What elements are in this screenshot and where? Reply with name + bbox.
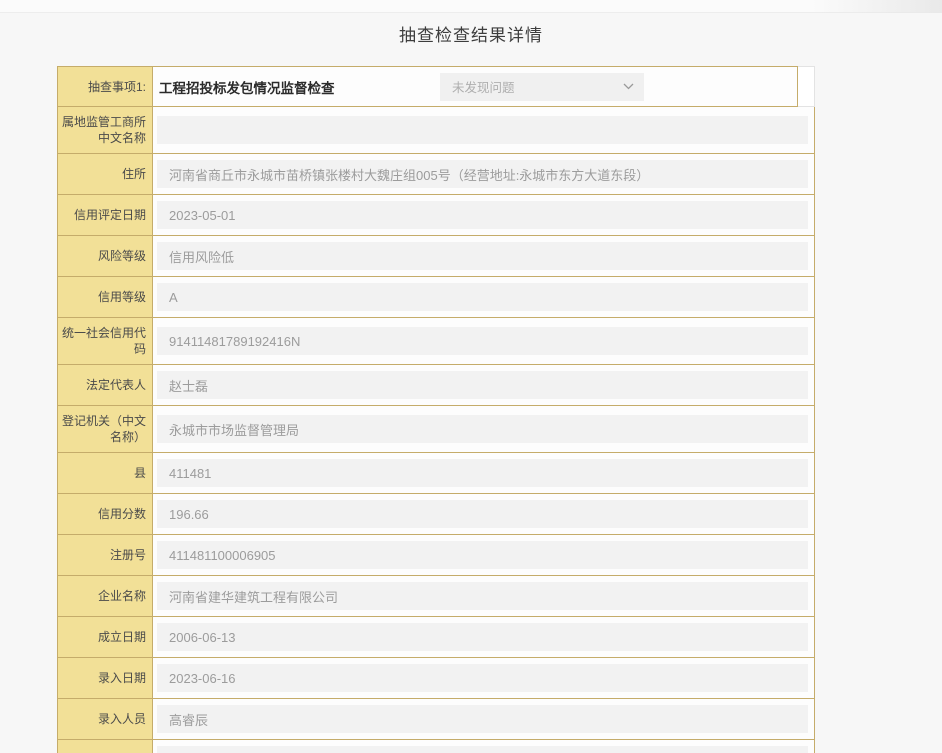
field-value-input[interactable]: 411481100006905: [157, 541, 808, 569]
form-row: 录入人员 高睿辰: [57, 698, 815, 740]
field-value-input[interactable]: 196.66: [157, 500, 808, 528]
field-value-input[interactable]: 河南省建华建筑工程有限公司: [157, 582, 808, 610]
spot-check-detail-page: 抽查检查结果详情 抽查事项1: 工程招投标发包情况监督检查 未发现问题 属地监管…: [0, 0, 942, 753]
field-value-cell: 高睿辰: [153, 699, 814, 739]
field-value-cell: 196.66: [153, 494, 814, 534]
field-value-cell: 2006-06-13: [153, 617, 814, 657]
form-row: 住所 河南省商丘市永城市苗桥镇张楼村大魏庄组005号（经营地址:永城市东方大道东…: [57, 153, 815, 195]
field-value-cell: A: [153, 277, 814, 317]
form-row: 注册号 411481100006905: [57, 534, 815, 576]
inspection-result-select[interactable]: 未发现问题: [440, 72, 644, 101]
field-value-cell: [153, 740, 814, 753]
field-label: 属地监管工商所中文名称: [58, 107, 153, 153]
field-value-input[interactable]: 信用风险低: [157, 242, 808, 270]
form-row: 信用等级 A: [57, 276, 815, 318]
field-label: 录入人员: [58, 699, 153, 739]
form-row: 成立日期 2006-06-13: [57, 616, 815, 658]
field-label: 法定代表人: [58, 365, 153, 405]
inspection-item-name: 工程招投标发包情况监督检查: [159, 80, 335, 96]
field-value-cell: 91411481789192416N: [153, 318, 814, 364]
field-value-input[interactable]: 411481: [157, 459, 808, 487]
field-value-cell: 赵士磊: [153, 365, 814, 405]
field-value-input[interactable]: 高睿辰: [157, 705, 808, 733]
field-value-input[interactable]: A: [157, 283, 808, 311]
field-value-input[interactable]: 永城市市场监督管理局: [157, 415, 808, 443]
inspection-result-value: 未发现问题: [452, 81, 515, 95]
field-label: 成立日期: [58, 617, 153, 657]
field-value-cell: 河南省建华建筑工程有限公司: [153, 576, 814, 616]
field-value-input[interactable]: 河南省商丘市永城市苗桥镇张楼村大魏庄组005号（经营地址:永城市东方大道东段）: [157, 160, 808, 188]
field-value-cell: 2023-05-01: [153, 195, 814, 235]
field-label: 注册号: [58, 535, 153, 575]
inspection-item-row: 抽查事项1: 工程招投标发包情况监督检查 未发现问题: [57, 66, 815, 107]
chevron-down-icon: [623, 83, 634, 90]
field-label: 统一社会信用代码: [58, 318, 153, 364]
field-label: 录入日期: [58, 658, 153, 698]
field-label: 抽查事项1:: [58, 67, 153, 106]
form-row: 登记机关（中文名称） 永城市市场监督管理局: [57, 405, 815, 453]
field-label: 县: [58, 453, 153, 493]
inspection-extra-cell: [798, 66, 815, 107]
field-label: 企业名称: [58, 576, 153, 616]
inspection-item-main: 抽查事项1: 工程招投标发包情况监督检查 未发现问题: [57, 66, 798, 107]
field-label: 住所: [58, 154, 153, 194]
field-value-input[interactable]: 2006-06-13: [157, 623, 808, 651]
field-value-input[interactable]: 2023-05-01: [157, 201, 808, 229]
field-value-input[interactable]: 2023-06-16: [157, 664, 808, 692]
form-row: 统一社会信用代码 91411481789192416N: [57, 317, 815, 365]
form-row: 信用分数 196.66: [57, 493, 815, 535]
field-label: [58, 740, 153, 753]
field-value-cell: 411481100006905: [153, 535, 814, 575]
field-value-input[interactable]: 91411481789192416N: [157, 327, 808, 355]
field-label: 信用分数: [58, 494, 153, 534]
inspection-item-value: 工程招投标发包情况监督检查 未发现问题: [153, 67, 797, 106]
field-value-cell: 信用风险低: [153, 236, 814, 276]
form-row: 录入日期 2023-06-16: [57, 657, 815, 699]
field-value-input[interactable]: [157, 116, 808, 144]
field-label: 登记机关（中文名称）: [58, 406, 153, 452]
form-row: 属地监管工商所中文名称: [57, 106, 815, 154]
top-bar: [0, 0, 942, 13]
form-table-rows: 属地监管工商所中文名称 住所 河南省商丘市永城市苗桥镇张楼村大魏庄组005号（经…: [57, 106, 815, 753]
field-value-cell: [153, 107, 814, 153]
field-value-input[interactable]: 赵士磊: [157, 371, 808, 399]
form-row: 法定代表人 赵士磊: [57, 364, 815, 406]
field-value-input[interactable]: [157, 746, 808, 753]
form-row: 风险等级 信用风险低: [57, 235, 815, 277]
form-table: 抽查事项1: 工程招投标发包情况监督检查 未发现问题 属地监管工商所中文名称 住…: [57, 66, 815, 753]
field-label: 信用等级: [58, 277, 153, 317]
form-row: 信用评定日期 2023-05-01: [57, 194, 815, 236]
field-value-cell: 河南省商丘市永城市苗桥镇张楼村大魏庄组005号（经营地址:永城市东方大道东段）: [153, 154, 814, 194]
field-label: 信用评定日期: [58, 195, 153, 235]
field-label: 风险等级: [58, 236, 153, 276]
form-row: 企业名称 河南省建华建筑工程有限公司: [57, 575, 815, 617]
field-value-cell: 411481: [153, 453, 814, 493]
form-row: 县 411481: [57, 452, 815, 494]
field-value-cell: 永城市市场监督管理局: [153, 406, 814, 452]
top-bar-shade: [812, 0, 942, 13]
form-row: [57, 739, 815, 753]
page-title: 抽查检查结果详情: [399, 26, 543, 45]
field-value-cell: 2023-06-16: [153, 658, 814, 698]
